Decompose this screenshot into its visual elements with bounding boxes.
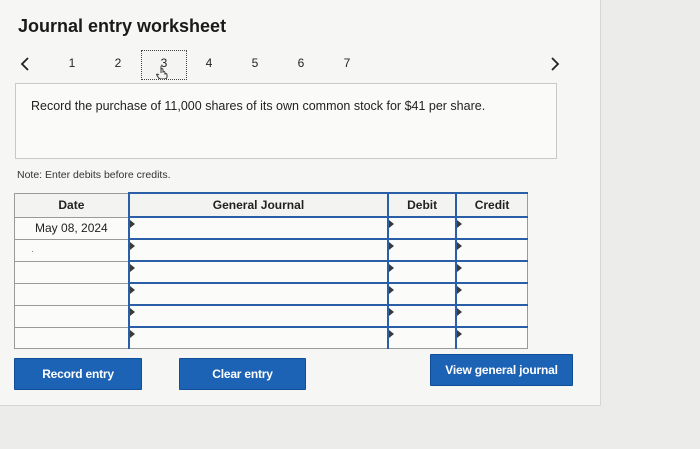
credit-header: Credit [455,192,529,218]
step-navigation: 1 2 3 4 5 6 7 [0,50,600,80]
question-prompt-box: Record the purchase of 11,000 shares of … [15,83,557,159]
account-select[interactable] [127,238,389,262]
input-marker-icon [389,220,395,228]
table-row [13,282,529,306]
journal-entry-table: Date General Journal Debit Credit May 08… [13,192,529,349]
table-row [13,304,529,328]
input-marker-icon [457,330,463,338]
date-cell [13,260,130,284]
input-marker-icon [389,330,395,338]
page-title: Journal entry worksheet [18,16,227,36]
input-marker-icon [389,242,395,250]
step-1[interactable]: 1 [61,56,83,70]
step-7[interactable]: 7 [336,56,358,70]
account-select[interactable] [127,304,389,328]
step-3-active[interactable]: 3 [141,50,187,80]
worksheet-panel: Journal entry worksheet 1 2 3 4 5 6 7 Re… [0,0,601,406]
table-row: · [13,238,529,262]
dropdown-marker-icon [129,242,135,250]
step-4[interactable]: 4 [198,56,220,70]
input-marker-icon [457,220,463,228]
account-select[interactable] [127,326,389,349]
debit-input[interactable] [387,282,457,306]
chevron-left-icon[interactable] [20,56,30,77]
debit-input[interactable] [387,326,457,349]
credit-input[interactable] [455,282,529,306]
general-journal-header: General Journal [127,192,389,218]
table-row [13,326,529,349]
credit-input[interactable] [455,216,529,240]
cursor-dot: · [31,245,34,256]
dropdown-marker-icon [129,308,135,316]
debit-input[interactable] [387,260,457,284]
account-select[interactable] [127,282,389,306]
input-marker-icon [389,264,395,272]
account-select[interactable] [127,260,389,284]
debit-input[interactable] [387,216,457,240]
account-select[interactable] [127,216,389,240]
pointer-hand-icon [155,65,170,82]
date-cell [13,282,130,306]
date-cell: May 08, 2024 [13,216,130,240]
table-row [13,260,529,284]
credit-input[interactable] [455,260,529,284]
input-marker-icon [457,308,463,316]
clear-entry-button[interactable]: Clear entry [179,358,306,390]
dropdown-marker-icon [129,220,135,228]
date-cell [13,304,130,328]
input-marker-icon [457,242,463,250]
input-marker-icon [389,286,395,294]
credit-input[interactable] [455,238,529,262]
step-5[interactable]: 5 [244,56,266,70]
record-entry-button[interactable]: Record entry [14,358,142,390]
dropdown-marker-icon [129,264,135,272]
step-6[interactable]: 6 [290,56,312,70]
credit-input[interactable] [455,304,529,328]
table-row: May 08, 2024 [13,216,529,240]
chevron-right-icon[interactable] [550,56,560,77]
input-marker-icon [457,264,463,272]
step-2[interactable]: 2 [107,56,129,70]
debit-input[interactable] [387,304,457,328]
view-general-journal-button[interactable]: View general journal [430,354,573,386]
input-marker-icon [389,308,395,316]
date-cell: · [13,238,130,262]
credit-input[interactable] [455,326,529,349]
date-header: Date [13,192,130,218]
question-prompt: Record the purchase of 11,000 shares of … [31,99,486,113]
instruction-note: Note: Enter debits before credits. [17,169,171,181]
dropdown-marker-icon [129,330,135,338]
dropdown-marker-icon [129,286,135,294]
debit-input[interactable] [387,238,457,262]
date-cell [13,326,130,349]
input-marker-icon [457,286,463,294]
debit-header: Debit [387,192,457,218]
